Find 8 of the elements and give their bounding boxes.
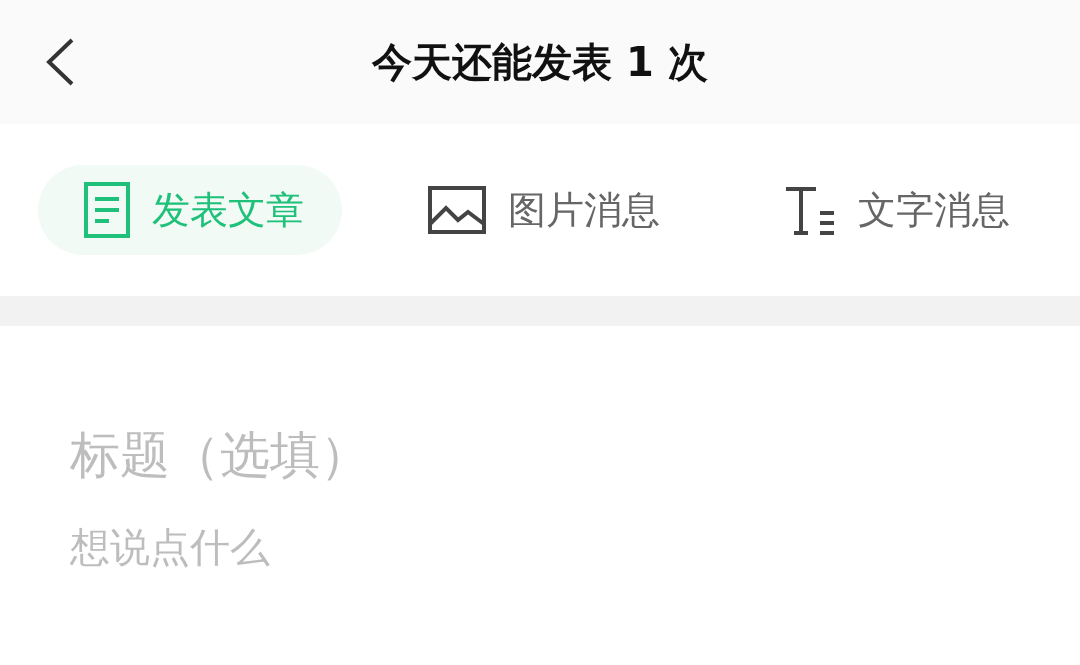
tab[interactable]: 文字消息 — [738, 165, 1048, 255]
image-icon — [428, 186, 486, 234]
title-field[interactable]: 标题（选填） — [70, 426, 970, 484]
page-title: 今天还能发表 1 次 — [372, 37, 708, 87]
body-field[interactable]: 想说点什么 — [70, 524, 970, 570]
tab[interactable]: 图片消息 — [382, 165, 698, 255]
text-format-icon — [784, 185, 836, 235]
document-icon — [84, 182, 130, 238]
